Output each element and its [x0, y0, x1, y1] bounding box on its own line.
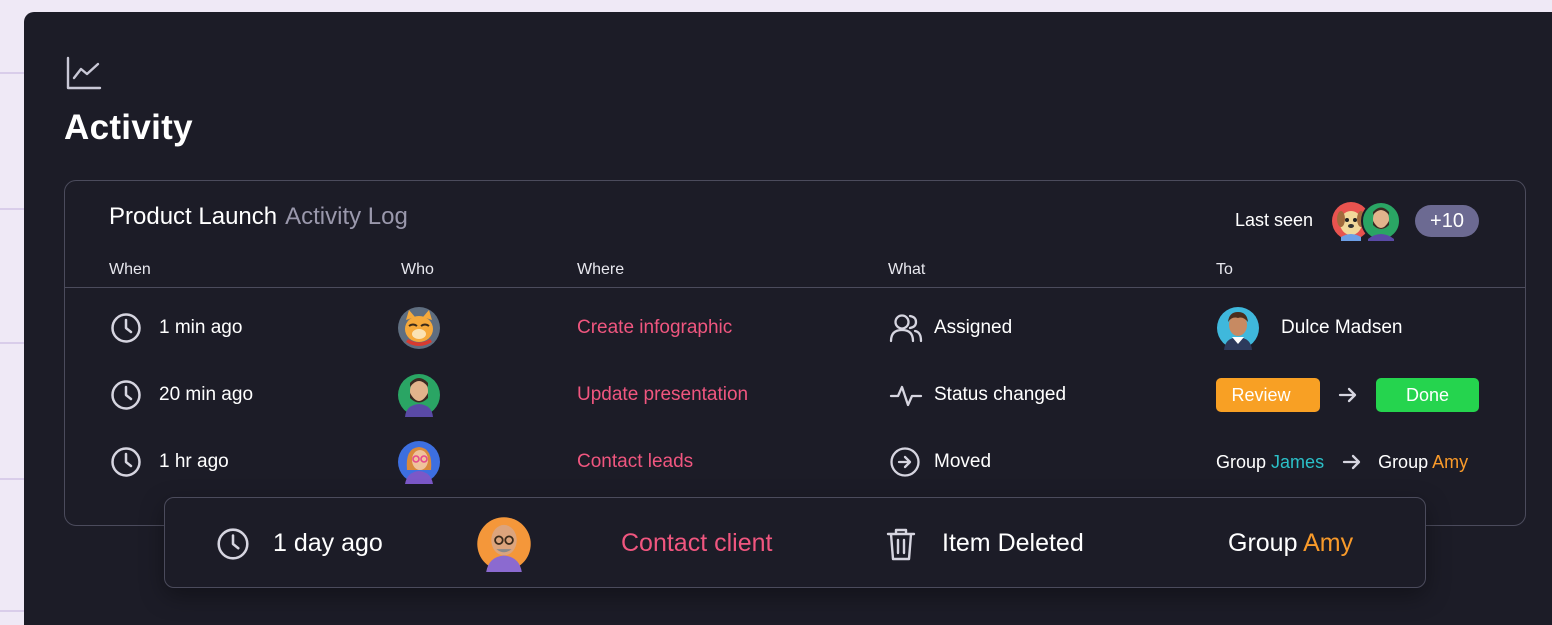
activity-row[interactable]: 1 min ago Create infographic Assigned Du…: [65, 303, 1525, 353]
to-cell: Dulce Madsen: [1216, 303, 1402, 353]
last-seen-avatars[interactable]: [1331, 201, 1403, 241]
where-cell[interactable]: Contact client: [621, 498, 772, 589]
card-title: Product Launch Activity Log: [109, 203, 408, 231]
where-cell[interactable]: Create infographic: [577, 303, 732, 353]
assignee-name: Dulce Madsen: [1281, 317, 1403, 338]
clock-icon: [217, 527, 249, 560]
clock-icon: [111, 313, 141, 343]
group-to: Group Amy: [1378, 451, 1469, 472]
what-text: Assigned: [934, 317, 1013, 338]
who-cell: [397, 437, 441, 487]
page-title: Activity: [64, 108, 193, 147]
arrow-right-icon: [1342, 453, 1362, 471]
group-label: Group Amy: [1228, 529, 1354, 557]
arrow-right-icon: [1338, 386, 1358, 404]
who-cell: [397, 370, 441, 420]
what-cell: Assigned: [888, 303, 1012, 353]
what-cell: Status changed: [888, 370, 1066, 420]
activity-log-card: Product Launch Activity Log Last seen +10…: [64, 180, 1526, 526]
clock-icon: [111, 380, 141, 410]
to-cell: Group James Group Amy: [1216, 437, 1468, 487]
activity-row[interactable]: 20 min ago Update presentation Status ch…: [65, 370, 1525, 420]
when-cell: 1 min ago: [109, 303, 242, 353]
bald-man-avatar[interactable]: [476, 516, 532, 572]
who-cell: [397, 303, 441, 353]
column-header-to: To: [1216, 261, 1233, 278]
status-to-badge[interactable]: Done: [1376, 378, 1479, 412]
what-text: Item Deleted: [942, 529, 1084, 557]
what-text: Status changed: [934, 384, 1067, 405]
arrow-circle-right-icon: [890, 447, 920, 477]
when-cell: 20 min ago: [109, 370, 253, 420]
what-text: Moved: [934, 451, 992, 472]
column-header-when: When: [109, 261, 151, 278]
bearded-man-avatar[interactable]: [397, 373, 441, 417]
assignee-avatar[interactable]: [1216, 306, 1260, 350]
activity-row[interactable]: 1 hr ago Contact leads Moved Group James: [65, 437, 1525, 487]
project-name: Product Launch: [109, 203, 278, 230]
clock-icon: [111, 447, 141, 477]
task-link[interactable]: Contact leads: [577, 451, 693, 473]
who-cell: [476, 498, 532, 589]
where-cell[interactable]: Contact leads: [577, 437, 693, 487]
group-from: Group James: [1216, 451, 1325, 472]
line-chart-icon: [66, 56, 102, 90]
trash-icon: [886, 528, 916, 560]
woman-avatar[interactable]: [397, 440, 441, 484]
last-seen-label: Last seen: [1234, 210, 1313, 230]
task-link[interactable]: Create infographic: [577, 317, 732, 339]
header-divider: [65, 287, 1525, 288]
to-cell: Review Done: [1216, 370, 1479, 420]
column-header-what: What: [888, 261, 926, 278]
cat-avatar[interactable]: [397, 306, 441, 350]
when-text: 20 min ago: [159, 384, 254, 405]
to-cell: Group Amy: [1228, 498, 1353, 589]
where-cell[interactable]: Update presentation: [577, 370, 748, 420]
what-cell: Moved: [888, 437, 991, 487]
task-link[interactable]: Update presentation: [577, 384, 748, 406]
when-text: 1 hr ago: [159, 451, 229, 472]
when-cell: 1 day ago: [215, 498, 383, 589]
activity-pulse-icon: [889, 385, 923, 407]
man-avatar: [1361, 201, 1401, 241]
dragging-activity-row[interactable]: 1 day ago Contact client Item Deleted Gr…: [164, 497, 1426, 588]
activity-log-label: Activity Log: [285, 203, 408, 230]
more-viewers-badge[interactable]: +10: [1415, 205, 1479, 237]
users-icon: [889, 314, 923, 343]
column-header-where: Where: [577, 261, 625, 278]
when-text: 1 day ago: [273, 529, 383, 557]
when-cell: 1 hr ago: [109, 437, 229, 487]
column-header-who: Who: [401, 261, 434, 278]
status-from-badge[interactable]: Review: [1216, 378, 1320, 412]
what-cell: Item Deleted: [885, 498, 1084, 589]
when-text: 1 min ago: [159, 317, 243, 338]
task-link[interactable]: Contact client: [621, 529, 772, 558]
